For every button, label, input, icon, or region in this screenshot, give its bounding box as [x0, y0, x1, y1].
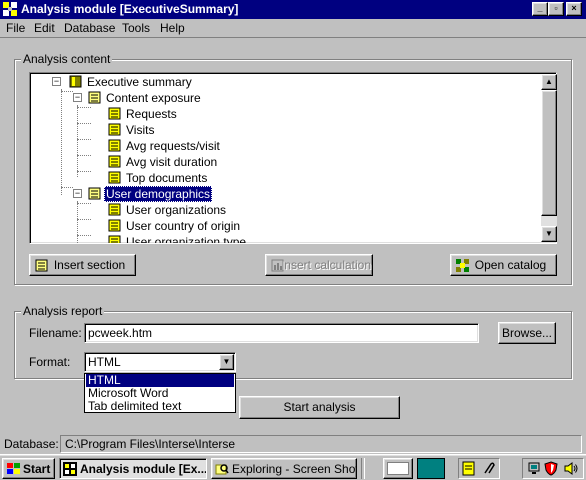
tree-item-label: Avg visit duration [126, 155, 218, 169]
start-button[interactable]: Start [2, 458, 55, 479]
analysis-content-label: Analysis content [21, 52, 113, 66]
insert-section-button[interactable]: Insert section [29, 254, 136, 276]
taskbar: Start Analysis module [Ex... Exploring -… [0, 454, 586, 480]
app-icon [3, 2, 17, 16]
start-analysis-button[interactable]: Start analysis [239, 396, 400, 419]
menu-help[interactable]: Help [160, 21, 185, 35]
format-option-tab[interactable]: Tab delimited text [86, 400, 234, 413]
chevron-down-icon: ▼ [222, 357, 231, 366]
close-button[interactable]: × [566, 2, 582, 16]
report-icon [108, 235, 121, 243]
tray-blank-button[interactable] [383, 458, 413, 479]
report-icon [108, 123, 121, 136]
report-icon [108, 155, 121, 168]
scroll-up-button[interactable]: ▲ [541, 74, 557, 90]
catalog-icon [456, 259, 469, 272]
tree-item-label: User organization type [126, 235, 247, 244]
menu-database[interactable]: Database [64, 21, 115, 35]
explorer-icon [215, 464, 229, 475]
database-path: C:\Program Files\Interse\Interse [65, 437, 236, 451]
menu-edit[interactable]: Edit [34, 21, 55, 35]
report-icon [108, 171, 121, 184]
browse-label: Browse... [501, 326, 552, 340]
start-label: Start [23, 462, 51, 476]
close-icon: × [571, 3, 577, 13]
app-icon [63, 462, 77, 476]
network-icon[interactable] [527, 461, 541, 476]
restore-button[interactable]: ▫ [548, 2, 564, 16]
tree-item-label: Avg requests/visit [126, 139, 220, 153]
format-dropdown-button[interactable]: ▼ [219, 354, 234, 370]
insert-calculation-button[interactable]: Insert calculation [265, 254, 373, 276]
system-tray [522, 458, 584, 479]
analysis-report-label: Analysis report [21, 304, 105, 318]
task-exploring[interactable]: Exploring - Screen Shots [211, 458, 357, 479]
tree-item-label: User organizations [126, 203, 227, 217]
report-icon [108, 107, 121, 120]
browse-button[interactable]: Browse... [498, 322, 556, 344]
tree-section-label: User demographics [104, 186, 213, 202]
book-icon [69, 75, 82, 88]
collapse-root-icon[interactable]: − [52, 77, 61, 86]
section-icon [88, 91, 101, 104]
task-analysis-module[interactable]: Analysis module [Ex... [59, 458, 207, 479]
task-label: Analysis module [Ex... [80, 462, 207, 476]
menu-file[interactable]: File [6, 21, 25, 35]
tray-teal-icon[interactable] [417, 458, 445, 479]
report-icon [108, 139, 121, 152]
content-tree[interactable]: − − − Executive summary Content exposure… [29, 72, 557, 244]
scroll-down-button[interactable]: ▼ [541, 226, 557, 242]
menu-bar: File Edit Database Tools Help [0, 19, 586, 38]
insert-section-label: Insert section [53, 258, 126, 272]
window-title: Analysis module [ExecutiveSummary] [21, 2, 239, 16]
tray-docs-group [458, 458, 500, 479]
paperclip-icon[interactable] [480, 461, 496, 476]
database-label: Database: [4, 437, 59, 451]
tree-section-label: Content exposure [106, 91, 201, 105]
status-bar: Database: C:\Program Files\Interse\Inter… [0, 434, 586, 454]
tree-scrollbar[interactable]: ▲ ▼ [541, 74, 557, 242]
task-label: Exploring - Screen Shots [232, 462, 357, 476]
windows-logo-icon [7, 463, 20, 474]
scroll-thumb[interactable] [541, 90, 557, 216]
tree-item-label: Top documents [126, 171, 208, 185]
open-catalog-label: Open catalog [474, 258, 547, 272]
speaker-icon[interactable] [563, 461, 579, 476]
title-bar: Analysis module [ExecutiveSummary] _ ▫ × [0, 0, 586, 19]
database-path-panel: C:\Program Files\Interse\Interse [60, 435, 582, 453]
tree-item-label: Requests [126, 107, 177, 121]
start-analysis-label: Start analysis [283, 400, 356, 414]
format-dropdown-list: HTML Microsoft Word Tab delimited text [84, 373, 236, 413]
tree-item-label: User country of origin [126, 219, 241, 233]
tree-root-label: Executive summary [87, 75, 192, 89]
document-icon[interactable] [461, 461, 477, 476]
format-label: Format: [29, 355, 71, 369]
collapse-user-demographics-icon[interactable]: − [73, 189, 82, 198]
restore-icon: ▫ [554, 3, 558, 13]
filename-label: Filename: [29, 326, 82, 340]
shield-icon[interactable] [544, 461, 558, 476]
tree-item-label: Visits [126, 123, 155, 137]
format-select[interactable]: HTML ▼ [84, 352, 236, 372]
report-icon [108, 219, 121, 232]
report-icon [108, 203, 121, 216]
collapse-content-exposure-icon[interactable]: − [73, 93, 82, 102]
format-select-value: HTML [88, 355, 121, 369]
arrow-down-icon: ▼ [545, 229, 553, 238]
minimize-icon: _ [537, 3, 543, 13]
calculator-icon [271, 259, 284, 272]
filename-input[interactable] [84, 323, 479, 343]
section-icon [35, 259, 48, 272]
menu-tools[interactable]: Tools [122, 21, 150, 35]
section-icon [88, 187, 101, 200]
open-catalog-button[interactable]: Open catalog [450, 254, 557, 276]
arrow-up-icon: ▲ [545, 77, 553, 86]
minimize-button[interactable]: _ [532, 2, 548, 16]
